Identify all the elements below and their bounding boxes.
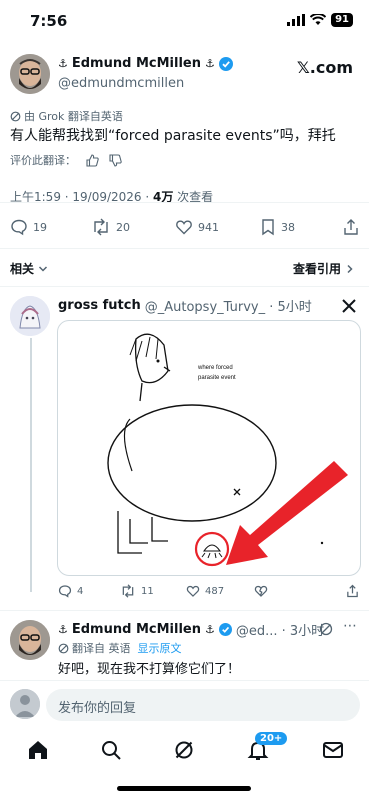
- pin-icon: ⚓: [204, 57, 215, 70]
- battery-indicator: 91: [331, 13, 353, 27]
- view-quotes-link[interactable]: 查看引用: [293, 260, 355, 277]
- repost-count: 20: [116, 220, 130, 234]
- verified-badge-icon: [218, 623, 232, 636]
- author-row[interactable]: ⚓ Edmund McMillen ⚓: [58, 56, 233, 71]
- author-handle[interactable]: @edmundmcmillen: [58, 76, 184, 91]
- pin-icon: ⚓: [204, 623, 215, 636]
- reply-input[interactable]: 发布你的回复: [46, 689, 360, 721]
- like-count: 487: [205, 585, 225, 597]
- like-button[interactable]: 941: [175, 218, 219, 236]
- share-button[interactable]: [346, 584, 359, 598]
- reply-button[interactable]: 4: [58, 584, 83, 598]
- reply-avatar[interactable]: [10, 296, 50, 336]
- thumbs-up-icon[interactable]: [86, 153, 99, 167]
- reply-header: gross futch @_Autopsy_Turvy_ · 5小时: [58, 296, 312, 315]
- grok-icon[interactable]: [172, 738, 196, 762]
- translation-note: 翻译自 英语 显示原文: [58, 640, 182, 656]
- reply-author-meta: @ed... · 3小时: [235, 624, 325, 639]
- grok-icon[interactable]: [319, 622, 333, 636]
- broken-heart-button[interactable]: [254, 584, 268, 598]
- divider: [0, 202, 369, 203]
- reply-icon: [58, 585, 72, 598]
- bookmark-icon: [262, 219, 274, 236]
- share-icon: [344, 219, 358, 235]
- reply-media-image[interactable]: where forced parasite event: [57, 320, 361, 576]
- divider: [0, 610, 369, 611]
- reply-action-bar: 4 11 487: [58, 584, 361, 602]
- drawing-caption-1: where forced: [197, 365, 233, 371]
- thread-line: [30, 338, 32, 592]
- replies-sort-row: 相关 查看引用: [0, 258, 369, 278]
- repost-button[interactable]: 20: [91, 218, 130, 236]
- home-icon[interactable]: [26, 738, 50, 762]
- reply-author-name[interactable]: Edmund McMillen: [72, 622, 201, 637]
- tweet-action-bar: 19 20 941 38: [0, 218, 369, 242]
- heart-icon: [176, 220, 192, 235]
- heart-icon: [186, 585, 200, 597]
- reply-icon: [11, 219, 27, 236]
- repost-icon: [94, 218, 108, 236]
- reply-composer: 发布你的回复: [0, 680, 369, 726]
- reply-count: 4: [77, 585, 84, 597]
- pin-icon: ⚓: [58, 623, 68, 636]
- search-icon[interactable]: [99, 738, 123, 762]
- x-icon: [342, 299, 356, 313]
- current-user-avatar: [10, 689, 40, 719]
- chevron-right-icon: [347, 264, 353, 273]
- bookmark-button[interactable]: 38: [260, 218, 295, 236]
- share-icon: [347, 584, 358, 598]
- translation-note: 由 Grok 翻译自英语: [10, 108, 123, 124]
- broken-heart-icon: [254, 585, 268, 597]
- more-options-icon[interactable]: ⋯: [343, 618, 357, 634]
- notifications-badge: 20+: [255, 732, 288, 745]
- grok-icon: [10, 111, 21, 121]
- sort-dropdown[interactable]: 相关: [10, 260, 48, 277]
- reply-header: ⚓ Edmund McMillen ⚓ @ed... · 3小时: [58, 620, 324, 639]
- show-original-link[interactable]: 显示原文: [138, 640, 182, 656]
- reply-button[interactable]: 19: [10, 218, 47, 236]
- drawing-image: where forced parasite event: [107, 333, 348, 567]
- verified-badge-icon: [218, 56, 233, 71]
- reply-text: 好吧，现在我不打算修它们了！: [58, 662, 241, 677]
- rate-translation-label: 评价此翻译：: [10, 154, 76, 167]
- author-avatar[interactable]: [10, 54, 50, 94]
- reply-author-name[interactable]: gross futch: [58, 298, 141, 313]
- status-icons: 91: [287, 13, 353, 27]
- chevron-down-icon: [38, 265, 48, 272]
- status-time: 7:56: [30, 12, 68, 30]
- status-bar: 7:56 91: [0, 0, 369, 40]
- bookmark-count: 38: [281, 220, 295, 234]
- translation-note-text: 翻译自 英语: [72, 642, 131, 655]
- repost-count: 11: [141, 585, 154, 597]
- sort-dropdown-label: 相关: [10, 262, 35, 276]
- reply-author-meta: @_Autopsy_Turvy_ · 5小时: [144, 300, 312, 315]
- wifi-icon: [310, 14, 327, 25]
- reply-count: 19: [33, 220, 47, 234]
- home-indicator: [117, 786, 251, 791]
- repost-icon: [122, 584, 134, 598]
- grok-icon: [58, 643, 69, 653]
- tweet-text: 有人能帮我找到“forced parasite events”吗，拜托: [10, 128, 336, 144]
- x-logo: 𝕏.com: [296, 58, 353, 77]
- thumbs-down-icon[interactable]: [109, 153, 122, 167]
- reply-avatar[interactable]: [10, 620, 50, 660]
- pin-icon: ⚓: [58, 57, 68, 70]
- messages-icon[interactable]: [321, 738, 345, 762]
- translation-note-text: 由 Grok 翻译自英语: [24, 110, 123, 123]
- view-quotes-label: 查看引用: [292, 262, 341, 276]
- drawing-caption-2: parasite event: [198, 375, 236, 381]
- rate-translation-row: 评价此翻译：: [10, 152, 122, 168]
- divider: [0, 286, 369, 287]
- author-name[interactable]: Edmund McMillen: [72, 56, 201, 71]
- cellular-signal-icon: [287, 14, 306, 26]
- like-count: 941: [198, 220, 219, 234]
- share-button[interactable]: [343, 218, 359, 236]
- bottom-nav: 20+: [0, 730, 369, 774]
- divider: [0, 248, 369, 249]
- like-button[interactable]: 487: [186, 584, 224, 598]
- repost-button[interactable]: 11: [120, 584, 154, 598]
